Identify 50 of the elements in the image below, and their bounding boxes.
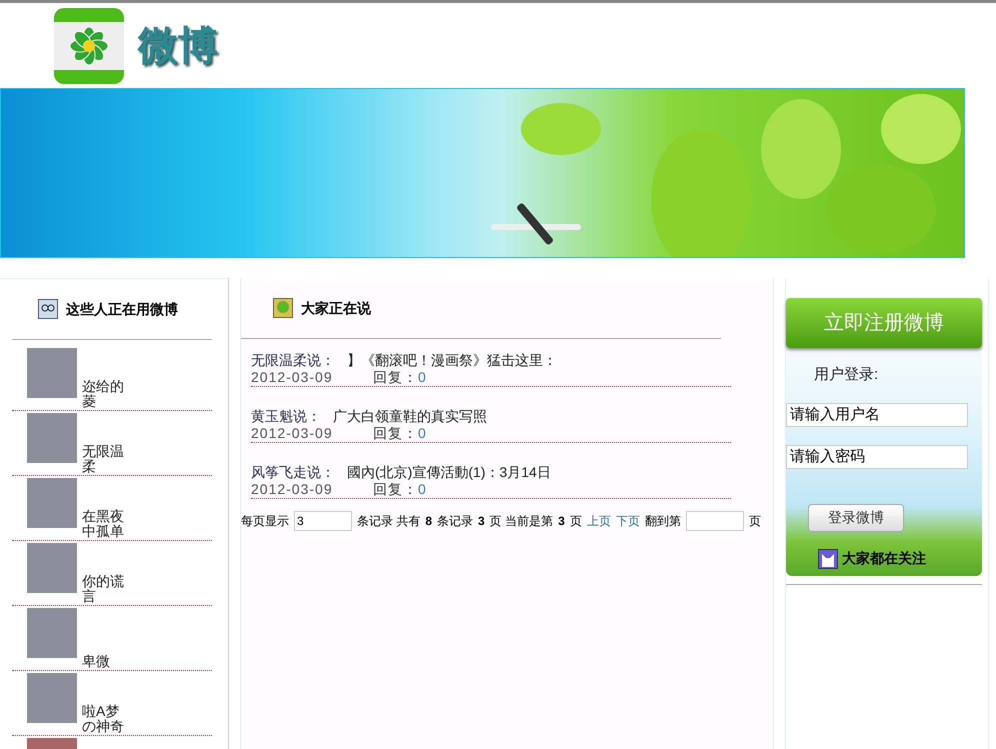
panel-title: 大家正在说 <box>301 298 371 318</box>
page-input[interactable] <box>686 511 744 531</box>
reply-label: 回复： <box>373 425 418 441</box>
avatar-placeholder[interactable] <box>27 673 77 723</box>
page-link[interactable]: 上页 <box>586 512 611 530</box>
username-field[interactable]: 请输入用户名 <box>786 402 968 426</box>
post-author[interactable]: 风筝飞走说： <box>251 463 335 481</box>
user-name[interactable]: 迩给的菱 <box>82 379 132 409</box>
avatar-placeholder[interactable] <box>27 348 77 398</box>
avatar-placeholder[interactable] <box>27 543 77 593</box>
pager-number: 8 <box>425 513 432 530</box>
reply-count[interactable]: 0 <box>418 369 427 385</box>
post-content[interactable]: 國內(北京)宣傳活動(1)：3月14日 <box>347 463 551 481</box>
pager-text: 条记录 共有 <box>357 513 420 530</box>
pager-text: 页 <box>748 513 761 530</box>
user-name[interactable]: 卑微 <box>82 654 132 669</box>
flower-logo-icon <box>54 8 124 84</box>
reply-label: 回复： <box>373 481 418 497</box>
pager-number: 3 <box>478 513 485 530</box>
user-name[interactable]: 你的谎言 <box>82 574 132 604</box>
post-author[interactable]: 无限温柔说： <box>251 351 335 369</box>
post-date: 2012-03-09 <box>251 369 334 385</box>
page-input[interactable]: 3 <box>294 511 352 531</box>
post-content[interactable]: 广大白领童鞋的真实写照 <box>333 407 487 425</box>
panel-title: 大家都在关注 <box>842 549 926 568</box>
user-name[interactable]: 在黑夜中孤单 <box>82 509 132 539</box>
post-date: 2012-03-09 <box>251 425 334 441</box>
panel-title: 这些人正在用微博 <box>66 300 178 318</box>
avatar-placeholder[interactable] <box>27 478 77 528</box>
reply-count[interactable]: 0 <box>418 425 427 441</box>
logo-text: 微博 <box>136 22 219 70</box>
pager-text: 页 <box>570 513 582 530</box>
post-author[interactable]: 黄玉魁说： <box>251 407 321 425</box>
pager-text: 条记录 <box>437 513 474 530</box>
pager-text: 翻到第 <box>644 513 681 530</box>
reply-count[interactable]: 0 <box>418 481 427 497</box>
login-title: 用户登录: <box>813 365 880 385</box>
pager-text: 页 当前是第 <box>490 513 554 530</box>
pager-number: 3 <box>558 513 565 530</box>
password-field[interactable]: 请输入密码 <box>786 444 968 468</box>
avatar-placeholder[interactable] <box>27 608 77 658</box>
page-link[interactable]: 下页 <box>616 512 640 530</box>
login-button[interactable]: 登录微博 <box>808 504 904 532</box>
post-date: 2012-03-09 <box>251 481 334 497</box>
pager-text: 每页显示 <box>241 513 289 530</box>
post-content[interactable]: 】《翻滚吧！漫画祭》猛击这里： <box>347 351 557 369</box>
user-name[interactable]: 无限温柔 <box>82 444 132 474</box>
reply-label: 回复： <box>373 369 418 385</box>
user-name[interactable]: 啦A梦の神奇 <box>82 704 132 734</box>
avatar-placeholder[interactable] <box>27 413 77 463</box>
